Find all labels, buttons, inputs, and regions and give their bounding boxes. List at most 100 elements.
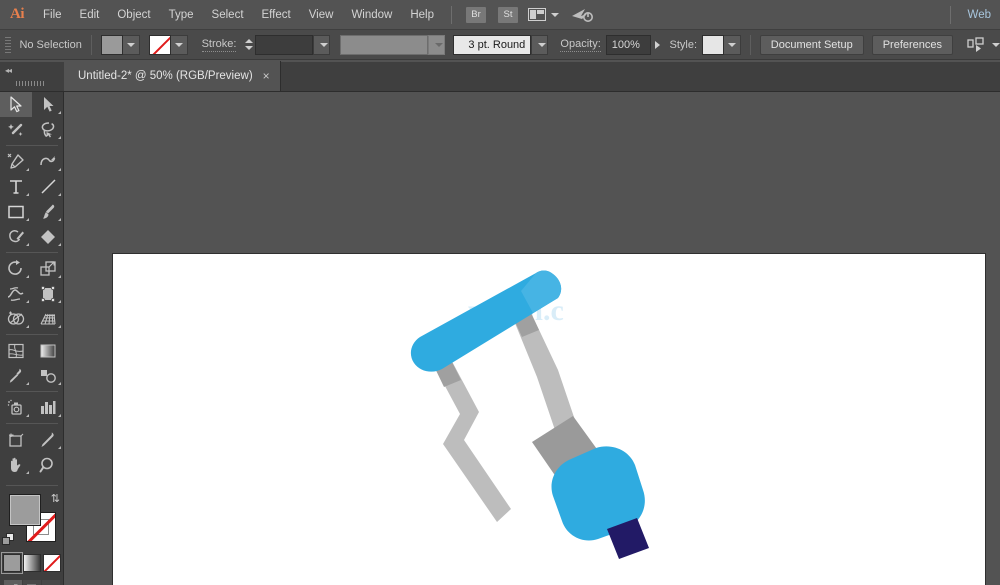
- chevron-down-icon: [992, 43, 1000, 47]
- opacity-label[interactable]: Opacity:: [560, 38, 600, 52]
- tool-group-indicator: [26, 300, 29, 303]
- graphic-style-dropdown[interactable]: [724, 35, 741, 55]
- color-mode-none[interactable]: [43, 554, 61, 572]
- default-fill-stroke-icon[interactable]: [2, 533, 15, 546]
- document-tab-title: Untitled-2* @ 50% (RGB/Preview): [78, 70, 253, 82]
- stepper-down-icon: [245, 46, 253, 50]
- stroke-dropdown-button[interactable]: [171, 35, 188, 55]
- bridge-icon[interactable]: Br: [466, 7, 486, 23]
- web-link[interactable]: Web: [959, 0, 1000, 30]
- color-mode-gradient[interactable]: [23, 554, 41, 572]
- collapse-panel-icon[interactable]: ◂◂: [5, 66, 11, 75]
- menu-effect[interactable]: Effect: [253, 0, 300, 30]
- rectangle-tool[interactable]: [0, 199, 32, 224]
- fill-stroke-widget: ⇅: [0, 490, 64, 552]
- stroke-weight-input[interactable]: [255, 35, 313, 55]
- brush-definition-control[interactable]: 3 pt. Round: [453, 35, 548, 55]
- close-icon[interactable]: ×: [263, 70, 270, 82]
- home-screen-icon[interactable]: [571, 7, 593, 23]
- tool-group-indicator: [58, 275, 61, 278]
- preferences-button[interactable]: Preferences: [872, 35, 953, 55]
- stroke-weight-control[interactable]: [242, 35, 330, 55]
- document-tab[interactable]: Untitled-2* @ 50% (RGB/Preview) ×: [64, 61, 281, 91]
- opacity-input[interactable]: 100%: [606, 35, 651, 55]
- tools-divider-3: [6, 334, 58, 335]
- align-options-control[interactable]: [967, 37, 1000, 53]
- brush-definition-dropdown[interactable]: [531, 35, 548, 55]
- draw-normal-mode[interactable]: [4, 580, 22, 585]
- tools-panel-grip[interactable]: [16, 81, 46, 86]
- color-mode-solid[interactable]: [3, 554, 21, 572]
- control-bar-grip[interactable]: [4, 35, 11, 55]
- fill-indicator[interactable]: [9, 494, 41, 526]
- magic-wand-tool[interactable]: [0, 117, 32, 142]
- draw-behind-mode[interactable]: [23, 580, 41, 585]
- stroke-color-control[interactable]: [149, 35, 188, 55]
- menu-file[interactable]: File: [34, 0, 71, 30]
- menu-type[interactable]: Type: [160, 0, 203, 30]
- zoom-tool[interactable]: [32, 452, 64, 477]
- stroke-weight-dropdown[interactable]: [313, 35, 330, 55]
- shaper-tool[interactable]: [0, 224, 32, 249]
- perspective-grid-tool[interactable]: [32, 306, 64, 331]
- symbol-sprayer-tool[interactable]: [0, 395, 32, 420]
- stroke-weight-stepper[interactable]: [242, 35, 255, 55]
- hand-tool[interactable]: [0, 452, 32, 477]
- selection-tool[interactable]: [0, 92, 32, 117]
- direct-selection-tool[interactable]: [32, 92, 64, 117]
- column-graph-tool[interactable]: [32, 395, 64, 420]
- canvas-area[interactable]: ystem.c: [64, 92, 1000, 585]
- scale-tool[interactable]: [32, 256, 64, 281]
- type-tool[interactable]: [0, 174, 32, 199]
- menu-window[interactable]: Window: [342, 0, 401, 30]
- artboard[interactable]: ystem.c: [112, 253, 986, 585]
- tool-group-indicator: [26, 193, 29, 196]
- shape-builder-tool[interactable]: [0, 306, 32, 331]
- slice-tool[interactable]: [32, 427, 64, 452]
- stock-icon[interactable]: St: [498, 7, 518, 23]
- blend-tool[interactable]: [32, 363, 64, 388]
- free-transform-tool[interactable]: [32, 281, 64, 306]
- control-bar: No Selection Stroke: 3 pt.: [0, 30, 1000, 60]
- rotate-tool[interactable]: [0, 256, 32, 281]
- draw-inside-mode[interactable]: [42, 580, 60, 585]
- tool-group-indicator: [58, 446, 61, 449]
- curvature-tool[interactable]: [32, 149, 64, 174]
- fill-swatch[interactable]: [101, 35, 123, 55]
- mesh-tool[interactable]: [0, 338, 32, 363]
- tool-group-indicator: [58, 193, 61, 196]
- pen-tool[interactable]: [0, 149, 32, 174]
- stroke-profile-control: [340, 35, 445, 55]
- fill-color-control[interactable]: [101, 35, 140, 55]
- brush-definition-value[interactable]: 3 pt. Round: [453, 35, 531, 55]
- stroke-swatch-none[interactable]: [149, 35, 171, 55]
- graphic-style-swatch[interactable]: [702, 35, 724, 55]
- stroke-weight-label[interactable]: Stroke:: [202, 38, 237, 52]
- menu-view[interactable]: View: [300, 0, 343, 30]
- artboard-tool[interactable]: [0, 427, 32, 452]
- workspace-switcher[interactable]: [528, 8, 559, 21]
- tool-group-indicator: [26, 471, 29, 474]
- swap-fill-stroke-icon[interactable]: ⇅: [51, 492, 60, 505]
- menu-help[interactable]: Help: [401, 0, 443, 30]
- document-setup-button[interactable]: Document Setup: [760, 35, 864, 55]
- line-segment-tool[interactable]: [32, 174, 64, 199]
- menu-select[interactable]: Select: [203, 0, 253, 30]
- graphic-style-control[interactable]: [702, 35, 741, 55]
- paintbrush-tool[interactable]: [32, 199, 64, 224]
- selection-status-label: No Selection: [19, 39, 81, 51]
- tool-group-indicator: [58, 325, 61, 328]
- menu-edit[interactable]: Edit: [71, 0, 109, 30]
- illustrator-window: Ai File Edit Object Type Select Effect V…: [0, 0, 1000, 585]
- opacity-expand-icon[interactable]: [655, 41, 660, 49]
- gradient-tool[interactable]: [32, 338, 64, 363]
- tool-group-indicator: [58, 111, 61, 114]
- width-tool[interactable]: [0, 281, 32, 306]
- chevron-down-icon: [435, 43, 443, 47]
- lasso-tool[interactable]: [32, 117, 64, 142]
- fill-dropdown-button[interactable]: [123, 35, 140, 55]
- menu-object[interactable]: Object: [108, 0, 159, 30]
- eyedropper-tool[interactable]: [0, 363, 32, 388]
- eraser-tool[interactable]: [32, 224, 64, 249]
- crutch-illustration[interactable]: [393, 264, 653, 564]
